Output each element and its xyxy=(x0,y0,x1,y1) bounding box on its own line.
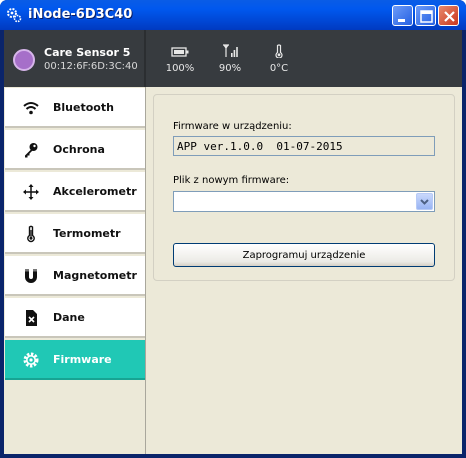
window-title: iNode-6D3C40 xyxy=(28,7,133,22)
gear-app-icon xyxy=(7,8,22,23)
dropdown-button[interactable] xyxy=(416,193,433,210)
sidebar-item-ochrona[interactable]: Ochrona xyxy=(5,130,145,170)
close-button[interactable] xyxy=(438,5,459,26)
title-bar[interactable]: iNode-6D3C40 xyxy=(0,0,466,30)
sidebar-item-label: Termometr xyxy=(53,227,121,240)
magnet-icon xyxy=(25,269,37,283)
header-divider xyxy=(144,30,146,87)
sidebar-item-magnetometr[interactable]: Magnetometr xyxy=(5,256,145,296)
signal-value: 90% xyxy=(218,63,242,74)
minimize-button[interactable] xyxy=(392,5,413,26)
chevron-down-icon xyxy=(420,199,429,205)
close-icon xyxy=(444,11,455,22)
app-window: iNode-6D3C40 Care Sensor 5 00:12:6F:6D:3… xyxy=(0,0,466,458)
sidebar-item-label: Firmware xyxy=(53,353,112,366)
device-icon xyxy=(13,49,35,71)
sidebar-item-bluetooth[interactable]: Bluetooth xyxy=(5,88,145,128)
gear-icon xyxy=(23,352,39,368)
sidebar-item-firmware[interactable]: Firmware xyxy=(5,340,145,380)
thermometer-icon xyxy=(27,225,35,243)
current-firmware-field: APP ver.1.0.0 01-07-2015 xyxy=(173,136,435,156)
program-device-button[interactable]: Zaprogramuj urządzenie xyxy=(173,243,435,267)
device-mac: 00:12:6F:6D:3C:40 xyxy=(44,61,138,72)
sidebar-item-termometr[interactable]: Termometr xyxy=(5,214,145,254)
device-header: Care Sensor 5 00:12:6F:6D:3C:40 100% 90%… xyxy=(4,30,462,87)
sidebar-item-akcelerometr[interactable]: Akcelerometr xyxy=(5,172,145,212)
signal-stat: 90% xyxy=(208,44,252,74)
move-arrows-icon xyxy=(23,184,39,200)
temperature-stat: 0°C xyxy=(257,44,301,74)
firmware-file-select[interactable] xyxy=(173,191,435,212)
sidebar-item-label: Bluetooth xyxy=(53,101,114,114)
battery-value: 100% xyxy=(165,63,195,74)
thermometer-icon xyxy=(275,44,283,58)
battery-stat: 100% xyxy=(158,44,202,74)
key-icon xyxy=(25,143,38,158)
signal-icon xyxy=(223,44,238,57)
client-area: Care Sensor 5 00:12:6F:6D:3C:40 100% 90%… xyxy=(4,30,462,454)
device-name: Care Sensor 5 xyxy=(44,46,131,59)
firmware-panel: Firmware w urządzeniu: APP ver.1.0.0 01-… xyxy=(153,94,455,281)
sidebar-item-label: Ochrona xyxy=(53,143,105,156)
battery-icon xyxy=(171,47,189,57)
maximize-icon xyxy=(420,10,433,23)
firmware-file-label: Plik z nowym firmware: xyxy=(173,175,290,186)
sidebar-item-dane[interactable]: Dane xyxy=(5,298,145,338)
current-firmware-label: Firmware w urządzeniu: xyxy=(173,121,292,132)
temperature-value: 0°C xyxy=(269,63,289,74)
sidebar-item-label: Akcelerometr xyxy=(53,185,137,198)
wifi-icon xyxy=(23,102,39,115)
sidebar-item-label: Dane xyxy=(53,311,85,324)
file-delete-icon xyxy=(26,310,37,326)
sidebar: Bluetooth Ochrona Akcelerometr Termometr… xyxy=(4,87,146,454)
minimize-icon xyxy=(398,19,405,22)
maximize-button[interactable] xyxy=(415,5,436,26)
sidebar-item-label: Magnetometr xyxy=(53,269,137,282)
